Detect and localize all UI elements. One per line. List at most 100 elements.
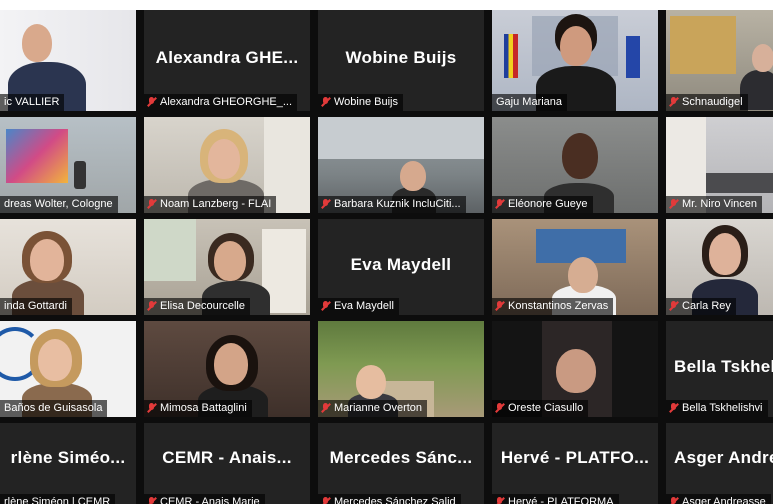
participant-tile[interactable]: Barbara Kuznik IncluCiti... <box>318 117 484 213</box>
muted-mic-icon <box>147 403 156 414</box>
participant-name-label: inda Gottardi <box>0 298 72 315</box>
participant-name-label: Eva Maydell <box>318 298 399 315</box>
participant-display-name: rlène Siméo... <box>10 447 126 467</box>
participant-name-label: Barbara Kuznik IncluCiti... <box>318 196 466 213</box>
participant-tile[interactable]: Asger Andre Asger Andreasse <box>666 423 773 504</box>
person-head <box>568 257 598 293</box>
participant-tile[interactable]: inda Gottardi <box>0 219 136 315</box>
participant-tile[interactable]: Wobine Buijs Wobine Buijs <box>318 10 484 111</box>
window <box>144 219 196 281</box>
participant-name-label: Elisa Decourcelle <box>144 298 250 315</box>
participant-name-label: CEMR - Anais Marie <box>144 494 265 504</box>
participant-tile[interactable]: Mr. Niro Vincen <box>666 117 773 213</box>
participant-name-label: dreas Wolter, Cologne <box>0 196 118 213</box>
muted-mic-icon <box>147 199 156 210</box>
muted-mic-icon <box>321 497 330 504</box>
participant-display-name: Hervé - PLATFO... <box>500 447 650 467</box>
participant-tile[interactable]: Oreste Ciasullo <box>492 321 658 417</box>
window <box>318 117 484 159</box>
participant-tile[interactable]: Carla Rey <box>666 219 773 315</box>
participant-name-label: Marianne Overton <box>318 400 428 417</box>
participant-name-label: Mr. Niro Vincen <box>666 196 762 213</box>
muted-mic-icon <box>669 199 678 210</box>
participant-name-label: Noam Lanzberg - FLAI <box>144 196 277 213</box>
participant-tile[interactable]: Mercedes Sánc... Mercedes Sánchez Salid <box>318 423 484 504</box>
participant-tile[interactable]: Konstantinos Zervas <box>492 219 658 315</box>
person-head <box>214 241 246 281</box>
microphone-stand <box>74 161 86 189</box>
person-head <box>208 139 240 179</box>
muted-mic-icon <box>669 301 678 312</box>
participant-name-label: Wobine Buijs <box>318 94 403 111</box>
participant-name-label: Mercedes Sánchez Salid <box>318 494 461 504</box>
active-speaker-tile[interactable]: Gaju Mariana <box>492 10 658 111</box>
person-head <box>709 233 741 275</box>
participant-name-label: Bella Tskhelishvi <box>666 400 768 417</box>
person-head <box>38 339 72 381</box>
muted-mic-icon <box>495 403 504 414</box>
participant-tile[interactable]: ic VALLIER <box>0 10 136 111</box>
flag-moldova <box>504 34 518 78</box>
participant-tile[interactable]: Schnaudigel <box>666 10 773 111</box>
muted-mic-icon <box>495 199 504 210</box>
wall-painting <box>6 129 68 183</box>
participant-display-name: Mercedes Sánc... <box>329 447 473 467</box>
participant-tile[interactable]: dreas Wolter, Cologne <box>0 117 136 213</box>
participant-tile[interactable]: CEMR - Anais... CEMR - Anais Marie <box>144 423 310 504</box>
participant-display-name: CEMR - Anais... <box>162 447 292 467</box>
muted-mic-icon <box>321 199 330 210</box>
wall-map <box>670 16 736 74</box>
person-head <box>356 365 386 399</box>
person-head <box>556 349 596 393</box>
participant-tile[interactable]: Hervé - PLATFO... Hervé - PLATFORMA <box>492 423 658 504</box>
muted-mic-icon <box>669 497 678 504</box>
participant-tile[interactable]: Eva Maydell Eva Maydell <box>318 219 484 315</box>
participant-name-label: rlène Siméon | CEMR <box>0 494 116 504</box>
muted-mic-icon <box>669 97 678 108</box>
muted-mic-icon <box>495 301 504 312</box>
participant-display-name: Alexandra GHE... <box>155 48 299 68</box>
participant-display-name: Eva Maydell <box>350 255 452 275</box>
participant-display-name: Asger Andre <box>674 447 773 467</box>
participant-tile[interactable]: Eléonore Gueye <box>492 117 658 213</box>
participant-tile[interactable]: Bella Tskhel Bella Tskhelishvi <box>666 321 773 417</box>
person-head <box>752 44 773 72</box>
person-head <box>560 26 592 66</box>
participant-tile[interactable]: Mimosa Battaglini <box>144 321 310 417</box>
participant-grid: ic VALLIER Alexandra GHE... Alexandra GH… <box>0 10 773 504</box>
meeting-table <box>706 173 773 193</box>
person-head <box>562 133 598 179</box>
participant-tile[interactable]: Noam Lanzberg - FLAI <box>144 117 310 213</box>
participant-name-label: Carla Rey <box>666 298 736 315</box>
flag-eu <box>626 36 640 78</box>
muted-mic-icon <box>147 97 156 108</box>
person-head <box>22 24 52 62</box>
participant-display-name: Bella Tskhel <box>674 357 773 377</box>
participant-display-name: Wobine Buijs <box>345 48 457 68</box>
person-head <box>214 343 248 385</box>
participant-name-label: Konstantinos Zervas <box>492 298 614 315</box>
muted-mic-icon <box>147 301 156 312</box>
participant-name-label: Asger Andreasse <box>666 494 771 504</box>
participant-name-label: Alexandra GHEORGHE_... <box>144 94 298 111</box>
muted-mic-icon <box>147 497 156 504</box>
muted-mic-icon <box>321 403 330 414</box>
participant-name-label: Baños de Guisasola <box>0 400 108 417</box>
participant-name-label: Oreste Ciasullo <box>492 400 589 417</box>
muted-mic-icon <box>321 97 330 108</box>
participant-name-label: Mimosa Battaglini <box>144 400 252 417</box>
participant-tile[interactable]: Alexandra GHE... Alexandra GHEORGHE_... <box>144 10 310 111</box>
participant-name-label: Gaju Mariana <box>492 94 568 111</box>
muted-mic-icon <box>495 497 504 504</box>
participant-tile[interactable]: rlène Siméo... rlène Siméon | CEMR <box>0 423 136 504</box>
participant-name-label: Schnaudigel <box>666 94 748 111</box>
muted-mic-icon <box>321 301 330 312</box>
meeting-gallery-view: ic VALLIER Alexandra GHE... Alexandra GH… <box>0 10 773 504</box>
person-head <box>30 239 64 281</box>
participant-name-label: ic VALLIER <box>0 94 65 111</box>
participant-tile[interactable]: Marianne Overton <box>318 321 484 417</box>
participant-tile[interactable]: Baños de Guisasola <box>0 321 136 417</box>
person-head <box>400 161 426 191</box>
participant-tile[interactable]: Elisa Decourcelle <box>144 219 310 315</box>
muted-mic-icon <box>669 403 678 414</box>
